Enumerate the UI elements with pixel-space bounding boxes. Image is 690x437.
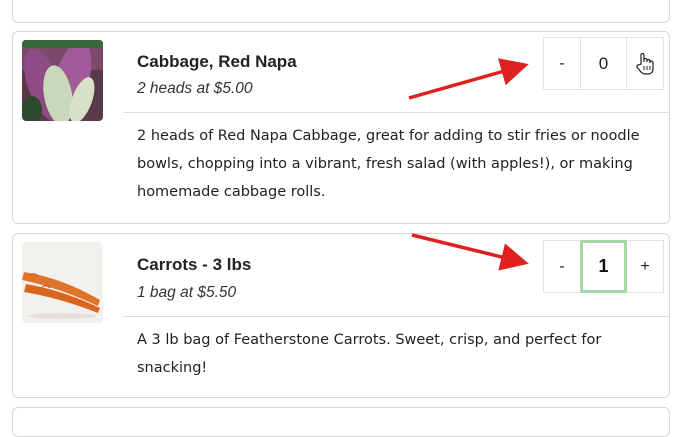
product-image-cabbage <box>22 40 103 121</box>
product-title: Cabbage, Red Napa <box>137 52 297 71</box>
decrement-button[interactable]: - <box>543 240 580 293</box>
product-price: 1 bag at $5.50 <box>137 284 237 301</box>
product-card-next <box>12 407 670 437</box>
hand-cursor-icon <box>635 52 655 81</box>
quantity-value[interactable]: 1 <box>580 240 627 293</box>
product-card: Cabbage, Red Napa 2 heads at $5.00 2 hea… <box>12 31 670 224</box>
increment-button[interactable] <box>627 37 664 90</box>
product-card-previous <box>12 0 670 23</box>
product-description: A 3 lb bag of Featherstone Carrots. Swee… <box>137 332 602 376</box>
divider <box>123 316 669 317</box>
quantity-stepper: - 0 <box>543 37 664 90</box>
product-price: 2 heads at $5.00 <box>137 80 253 97</box>
divider <box>123 112 669 113</box>
product-description: 2 heads of Red Napa Cabbage, great for a… <box>137 128 640 200</box>
decrement-button[interactable]: - <box>543 37 580 90</box>
increment-button[interactable]: + <box>627 240 664 293</box>
product-image-carrots <box>22 242 103 323</box>
product-card: Carrots - 3 lbs 1 bag at $5.50 A 3 lb ba… <box>12 233 670 398</box>
product-title: Carrots - 3 lbs <box>137 255 252 274</box>
quantity-stepper: - 1 + <box>543 240 664 293</box>
quantity-value[interactable]: 0 <box>580 37 627 90</box>
